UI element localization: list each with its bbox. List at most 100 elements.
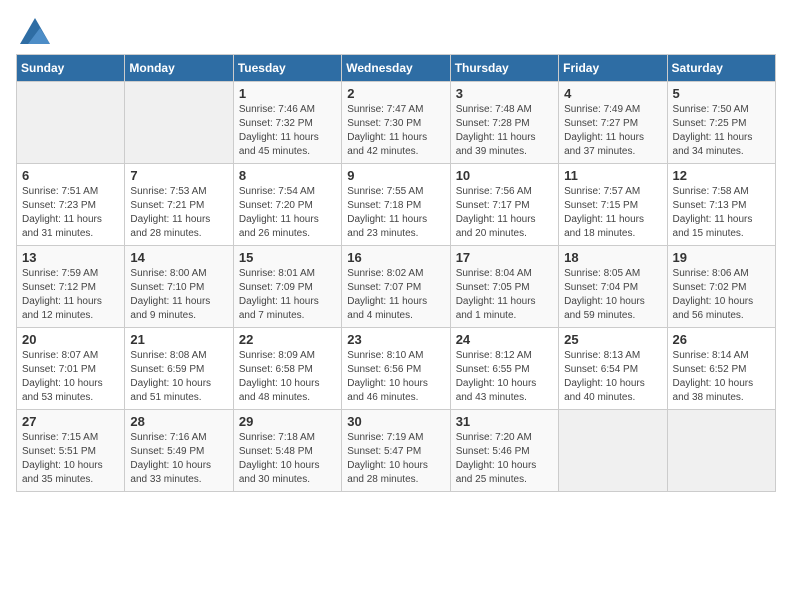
logo: [16, 16, 50, 44]
calendar-cell: [667, 410, 775, 492]
calendar-week-5: 27 Sunrise: 7:15 AM Sunset: 5:51 PM Dayli…: [17, 410, 776, 492]
day-info: Sunrise: 7:50 AM Sunset: 7:25 PM Dayligh…: [673, 103, 770, 159]
calendar-cell: 20 Sunrise: 8:07 AM Sunset: 7:01 PM Dayli…: [17, 328, 125, 410]
calendar-cell: 8 Sunrise: 7:54 AM Sunset: 7:20 PM Daylig…: [233, 164, 341, 246]
day-number: 29: [239, 414, 336, 429]
day-number: 16: [347, 250, 444, 265]
day-number: 25: [564, 332, 661, 347]
day-info: Sunrise: 8:02 AM Sunset: 7:07 PM Dayligh…: [347, 267, 444, 323]
calendar-cell: 1 Sunrise: 7:46 AM Sunset: 7:32 PM Daylig…: [233, 82, 341, 164]
calendar-cell: 17 Sunrise: 8:04 AM Sunset: 7:05 PM Dayli…: [450, 246, 558, 328]
calendar-cell: 15 Sunrise: 8:01 AM Sunset: 7:09 PM Dayli…: [233, 246, 341, 328]
day-info: Sunrise: 8:04 AM Sunset: 7:05 PM Dayligh…: [456, 267, 553, 323]
calendar-week-2: 6 Sunrise: 7:51 AM Sunset: 7:23 PM Daylig…: [17, 164, 776, 246]
calendar-cell: 25Sunrise: 8:13 AM Sunset: 6:54 PM Dayli…: [559, 328, 667, 410]
day-number: 14: [130, 250, 227, 265]
day-number: 24: [456, 332, 553, 347]
day-info: Sunrise: 8:01 AM Sunset: 7:09 PM Dayligh…: [239, 267, 336, 323]
calendar-week-1: 1 Sunrise: 7:46 AM Sunset: 7:32 PM Daylig…: [17, 82, 776, 164]
page-header: [16, 16, 776, 44]
day-info: Sunrise: 7:18 AM Sunset: 5:48 PM Dayligh…: [239, 431, 336, 487]
day-number: 2: [347, 86, 444, 101]
calendar-cell: 6 Sunrise: 7:51 AM Sunset: 7:23 PM Daylig…: [17, 164, 125, 246]
calendar-cell: 26 Sunrise: 8:14 AM Sunset: 6:52 PM Dayli…: [667, 328, 775, 410]
day-number: 17: [456, 250, 553, 265]
day-number: 4: [564, 86, 661, 101]
day-info: Sunrise: 8:08 AM Sunset: 6:59 PM Dayligh…: [130, 349, 227, 405]
calendar-table: SundayMondayTuesdayWednesdayThursdayFrid…: [16, 54, 776, 492]
column-header-saturday: Saturday: [667, 55, 775, 82]
day-number: 3: [456, 86, 553, 101]
day-number: 8: [239, 168, 336, 183]
day-info: Sunrise: 7:58 AM Sunset: 7:13 PM Dayligh…: [673, 185, 770, 241]
calendar-cell: 22 Sunrise: 8:09 AM Sunset: 6:58 PM Dayli…: [233, 328, 341, 410]
column-header-sunday: Sunday: [17, 55, 125, 82]
calendar-cell: 11 Sunrise: 7:57 AM Sunset: 7:15 PM Dayli…: [559, 164, 667, 246]
calendar-cell: [559, 410, 667, 492]
logo-icon: [20, 18, 50, 44]
calendar-cell: 12Sunrise: 7:58 AM Sunset: 7:13 PM Dayli…: [667, 164, 775, 246]
day-info: Sunrise: 7:19 AM Sunset: 5:47 PM Dayligh…: [347, 431, 444, 487]
calendar-cell: 16 Sunrise: 8:02 AM Sunset: 7:07 PM Dayli…: [342, 246, 450, 328]
calendar-cell: 31 Sunrise: 7:20 AM Sunset: 5:46 PM Dayli…: [450, 410, 558, 492]
day-number: 22: [239, 332, 336, 347]
day-number: 6: [22, 168, 119, 183]
calendar-cell: 14 Sunrise: 8:00 AM Sunset: 7:10 PM Dayli…: [125, 246, 233, 328]
column-header-monday: Monday: [125, 55, 233, 82]
day-info: Sunrise: 8:07 AM Sunset: 7:01 PM Dayligh…: [22, 349, 119, 405]
day-info: Sunrise: 8:00 AM Sunset: 7:10 PM Dayligh…: [130, 267, 227, 323]
day-info: Sunrise: 8:09 AM Sunset: 6:58 PM Dayligh…: [239, 349, 336, 405]
column-header-tuesday: Tuesday: [233, 55, 341, 82]
day-info: Sunrise: 7:51 AM Sunset: 7:23 PM Dayligh…: [22, 185, 119, 241]
calendar-cell: 10 Sunrise: 7:56 AM Sunset: 7:17 PM Dayli…: [450, 164, 558, 246]
day-number: 7: [130, 168, 227, 183]
day-number: 20: [22, 332, 119, 347]
day-number: 26: [673, 332, 770, 347]
calendar-cell: 9Sunrise: 7:55 AM Sunset: 7:18 PM Daylig…: [342, 164, 450, 246]
day-number: 23: [347, 332, 444, 347]
calendar-week-3: 13 Sunrise: 7:59 AM Sunset: 7:12 PM Dayli…: [17, 246, 776, 328]
day-number: 1: [239, 86, 336, 101]
day-number: 19: [673, 250, 770, 265]
day-number: 27: [22, 414, 119, 429]
day-number: 31: [456, 414, 553, 429]
column-header-wednesday: Wednesday: [342, 55, 450, 82]
calendar-body: 1 Sunrise: 7:46 AM Sunset: 7:32 PM Daylig…: [17, 82, 776, 492]
day-info: Sunrise: 7:15 AM Sunset: 5:51 PM Dayligh…: [22, 431, 119, 487]
day-number: 28: [130, 414, 227, 429]
day-info: Sunrise: 7:57 AM Sunset: 7:15 PM Dayligh…: [564, 185, 661, 241]
calendar-cell: 19 Sunrise: 8:06 AM Sunset: 7:02 PM Dayli…: [667, 246, 775, 328]
calendar-cell: 5Sunrise: 7:50 AM Sunset: 7:25 PM Daylig…: [667, 82, 775, 164]
day-info: Sunrise: 7:54 AM Sunset: 7:20 PM Dayligh…: [239, 185, 336, 241]
calendar-cell: 29 Sunrise: 7:18 AM Sunset: 5:48 PM Dayli…: [233, 410, 341, 492]
day-info: Sunrise: 8:06 AM Sunset: 7:02 PM Dayligh…: [673, 267, 770, 323]
day-number: 11: [564, 168, 661, 183]
calendar-cell: 21 Sunrise: 8:08 AM Sunset: 6:59 PM Dayli…: [125, 328, 233, 410]
day-number: 13: [22, 250, 119, 265]
day-info: Sunrise: 8:05 AM Sunset: 7:04 PM Dayligh…: [564, 267, 661, 323]
day-info: Sunrise: 7:49 AM Sunset: 7:27 PM Dayligh…: [564, 103, 661, 159]
day-info: Sunrise: 7:56 AM Sunset: 7:17 PM Dayligh…: [456, 185, 553, 241]
day-number: 15: [239, 250, 336, 265]
day-info: Sunrise: 8:10 AM Sunset: 6:56 PM Dayligh…: [347, 349, 444, 405]
calendar-header-row: SundayMondayTuesdayWednesdayThursdayFrid…: [17, 55, 776, 82]
calendar-cell: 7Sunrise: 7:53 AM Sunset: 7:21 PM Daylig…: [125, 164, 233, 246]
day-info: Sunrise: 7:55 AM Sunset: 7:18 PM Dayligh…: [347, 185, 444, 241]
calendar-cell: 13 Sunrise: 7:59 AM Sunset: 7:12 PM Dayli…: [17, 246, 125, 328]
day-info: Sunrise: 7:20 AM Sunset: 5:46 PM Dayligh…: [456, 431, 553, 487]
day-info: Sunrise: 8:14 AM Sunset: 6:52 PM Dayligh…: [673, 349, 770, 405]
calendar-cell: 18 Sunrise: 8:05 AM Sunset: 7:04 PM Dayli…: [559, 246, 667, 328]
calendar-week-4: 20 Sunrise: 8:07 AM Sunset: 7:01 PM Dayli…: [17, 328, 776, 410]
day-number: 10: [456, 168, 553, 183]
calendar-cell: [125, 82, 233, 164]
calendar-cell: 28 Sunrise: 7:16 AM Sunset: 5:49 PM Dayli…: [125, 410, 233, 492]
day-number: 30: [347, 414, 444, 429]
day-info: Sunrise: 7:47 AM Sunset: 7:30 PM Dayligh…: [347, 103, 444, 159]
column-header-thursday: Thursday: [450, 55, 558, 82]
day-info: Sunrise: 7:16 AM Sunset: 5:49 PM Dayligh…: [130, 431, 227, 487]
day-info: Sunrise: 7:59 AM Sunset: 7:12 PM Dayligh…: [22, 267, 119, 323]
day-info: Sunrise: 7:46 AM Sunset: 7:32 PM Dayligh…: [239, 103, 336, 159]
column-header-friday: Friday: [559, 55, 667, 82]
day-number: 21: [130, 332, 227, 347]
day-number: 18: [564, 250, 661, 265]
